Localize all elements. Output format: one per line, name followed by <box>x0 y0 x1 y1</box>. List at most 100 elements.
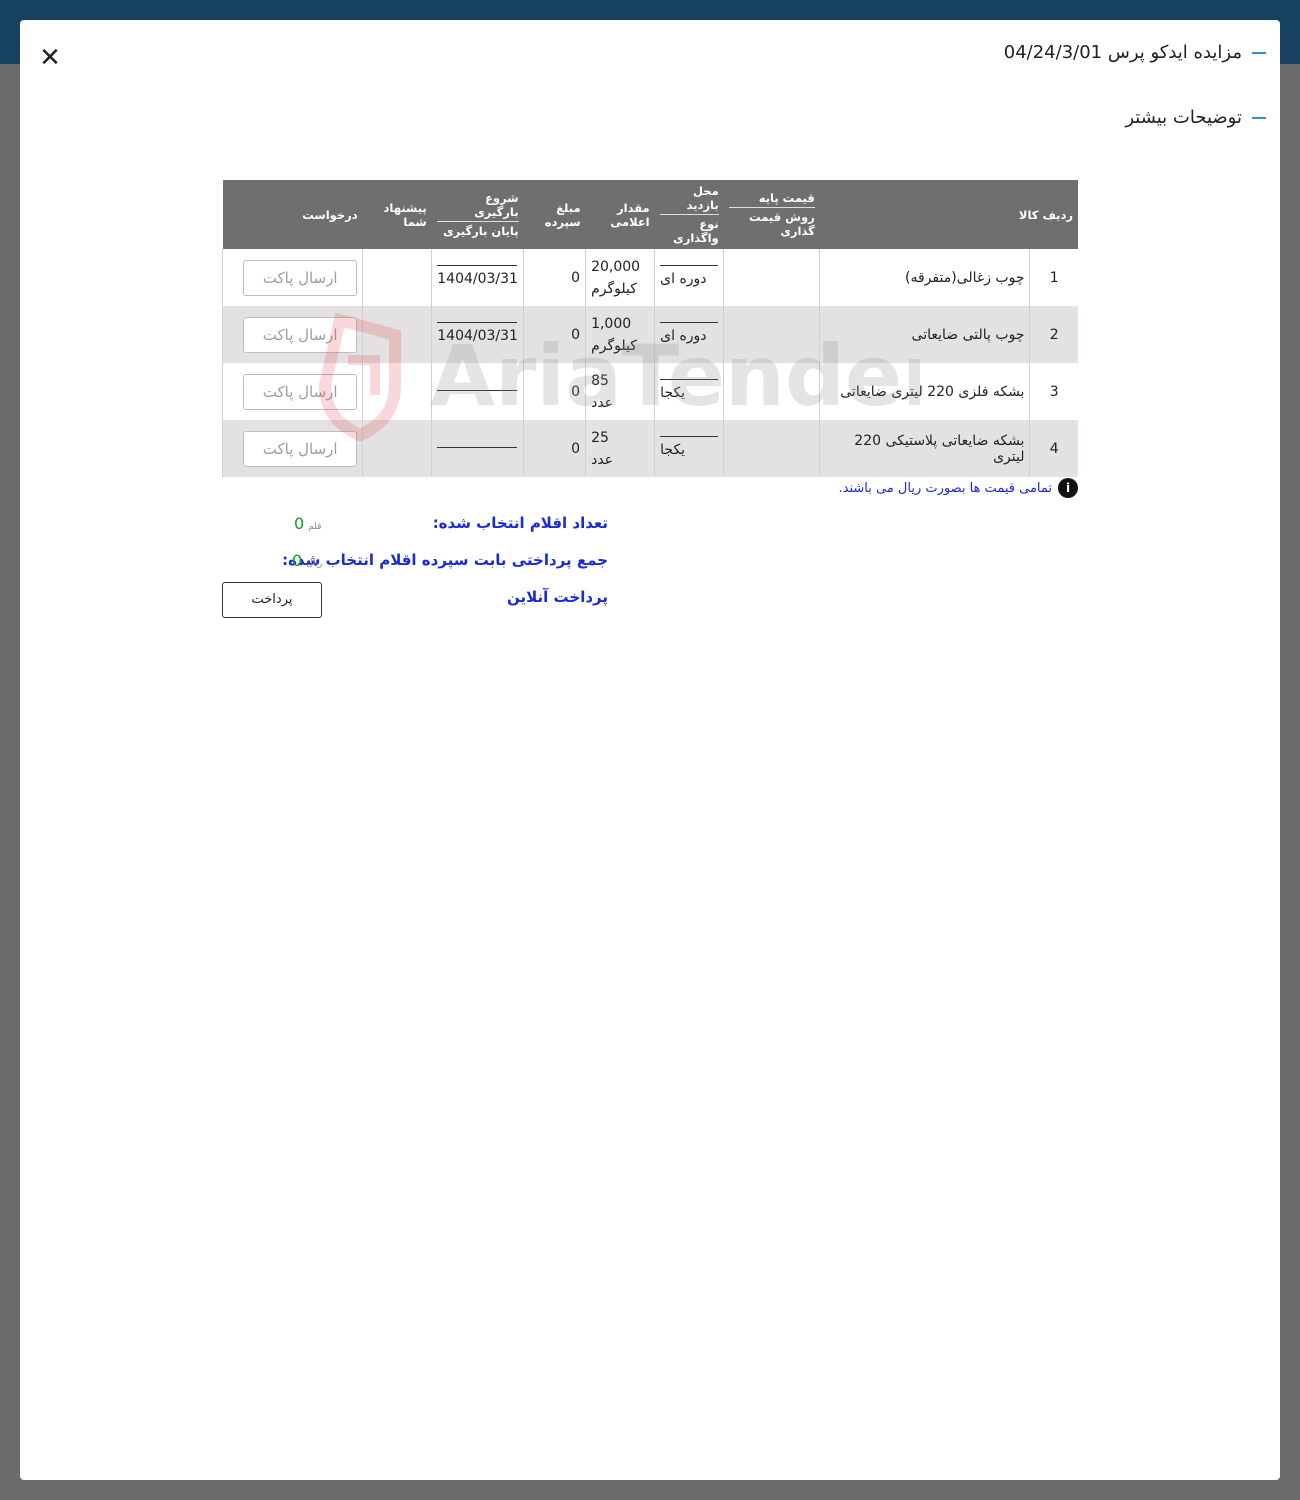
header-declared-amount: مقدار اعلامی <box>585 180 655 249</box>
total-payment-unit: ریال <box>306 559 323 569</box>
auction-modal: ✕ مزایده ایدکو پرس 04/24/3/01 توضیحات بی… <box>20 20 1280 1480</box>
header-row-item: ردیف کالا <box>819 180 1078 249</box>
header-visit-location-label: محل بازدید <box>686 184 719 212</box>
blank-visit-location <box>660 436 719 437</box>
items-table: ردیف کالا قیمت پایه روش قیمت گذاری محل ب… <box>221 180 1078 477</box>
offer-cell <box>362 306 432 363</box>
blank-loading-start <box>437 447 518 448</box>
deposit-cell: 0 <box>523 306 586 363</box>
header-base-price: قیمت پایه روش قیمت گذاری <box>723 180 820 249</box>
amount-value: 20,000 <box>591 258 641 275</box>
deposit-cell: 0 <box>523 420 586 477</box>
section-title-text: توضیحات بیشتر <box>1125 107 1242 128</box>
item-name: چوب پالتی ضایعاتی <box>819 306 1030 363</box>
transfer-type: دوره ای <box>660 328 707 344</box>
header-request: درخواست <box>222 180 363 249</box>
transfer-type: یکجا <box>660 385 686 401</box>
selected-count-label: تعداد اقلام انتخاب شده: <box>432 514 608 532</box>
header-transfer-type-label: نوع واگذاری <box>659 214 719 245</box>
request-cell: ارسال پاکت <box>221 306 363 363</box>
loading-cell: 1404/03/31 <box>431 249 524 306</box>
header-visit-location: محل بازدید نوع واگذاری <box>654 180 724 249</box>
row-number: 4 <box>1029 420 1078 477</box>
loading-end-date: 1404/03/31 <box>437 271 518 287</box>
header-declared-amount-label: مقدار اعلامی <box>610 200 650 229</box>
header-your-offer-label: پیشنهاد شما <box>383 200 427 229</box>
dash-icon <box>1252 116 1266 119</box>
table-row: 1 چوب زغالی(متفرقه) دوره ای 20,000 کیلوگر… <box>221 249 1078 306</box>
dash-icon <box>1252 51 1266 54</box>
amount-unit: عدد <box>591 451 614 468</box>
blank-loading-start <box>437 265 518 266</box>
blank-visit-location <box>660 265 719 266</box>
amount-value: 25 <box>591 429 609 446</box>
transfer-type: دوره ای <box>660 271 707 287</box>
modal-title-text: مزایده ایدکو پرس 04/24/3/01 <box>1003 42 1242 63</box>
close-icon[interactable]: ✕ <box>38 45 62 71</box>
selected-count: قلم 0 <box>294 514 321 533</box>
loading-cell <box>431 420 524 477</box>
section-more-details[interactable]: توضیحات بیشتر <box>1125 107 1266 128</box>
info-icon: i <box>1058 478 1078 498</box>
amount-unit: کیلوگرم <box>591 280 637 297</box>
transfer-type: یکجا <box>660 442 686 458</box>
header-your-offer: پیشنهاد شما <box>362 180 432 249</box>
request-cell: ارسال پاکت <box>221 249 363 306</box>
request-cell: ارسال پاکت <box>221 363 363 420</box>
amount-cell: 25 عدد <box>585 420 655 477</box>
amount-cell: 1,000 کیلوگرم <box>585 306 655 363</box>
header-row-item-label: ردیف کالا <box>1018 207 1073 222</box>
loading-cell: 1404/03/31 <box>431 306 524 363</box>
pay-button[interactable]: پرداخت <box>222 582 322 618</box>
send-envelope-button[interactable]: ارسال پاکت <box>243 430 358 467</box>
blank-visit-location <box>660 322 719 323</box>
table-row: 2 چوب پالتی ضایعاتی دوره ای 1,000 کیلوگرم… <box>221 306 1078 363</box>
header-loading-end-label: پایان بارگیری <box>436 221 519 238</box>
header-deposit: مبلغ سپرده <box>523 180 586 249</box>
offer-cell <box>362 249 432 306</box>
transfer-type-cell: یکجا <box>654 420 724 477</box>
total-payment-value: 0 <box>292 551 303 570</box>
total-payment: ریال 0 <box>292 551 322 570</box>
header-request-label: درخواست <box>302 207 358 222</box>
item-name: چوب زغالی(متفرقه) <box>819 249 1030 306</box>
blank-loading-start <box>437 322 518 323</box>
deposit-cell: 0 <box>523 363 586 420</box>
row-number: 3 <box>1029 363 1078 420</box>
amount-cell: 85 عدد <box>585 363 655 420</box>
amount-value: 1,000 <box>591 315 632 332</box>
transfer-type-cell: یکجا <box>654 363 724 420</box>
item-name: بشکه فلزی 220 لیتری ضایعاتی <box>819 363 1030 420</box>
row-number: 1 <box>1029 249 1078 306</box>
base-price-cell <box>723 306 820 363</box>
header-pricing-method-label: روش قیمت گذاری <box>728 207 815 238</box>
deposit-cell: 0 <box>523 249 586 306</box>
base-price-cell <box>723 420 820 477</box>
online-payment-label: پرداخت آنلاین <box>506 588 608 606</box>
base-price-cell <box>723 249 820 306</box>
header-loading: شروع بارگیری پایان بارگیری <box>431 180 524 249</box>
header-base-price-label: قیمت پایه <box>758 191 815 205</box>
selected-count-value: 0 <box>294 514 305 533</box>
blank-loading-start <box>437 390 518 391</box>
send-envelope-button[interactable]: ارسال پاکت <box>243 259 358 296</box>
amount-value: 85 <box>591 372 609 389</box>
transfer-type-cell: دوره ای <box>654 249 724 306</box>
table-row: 3 بشکه فلزی 220 لیتری ضایعاتی یکجا 85 عدد… <box>221 363 1078 420</box>
send-envelope-button[interactable]: ارسال پاکت <box>243 373 358 410</box>
currency-note: i تمامی قیمت ها بصورت ریال می باشند. <box>839 478 1078 498</box>
transfer-type-cell: دوره ای <box>654 306 724 363</box>
send-envelope-button[interactable]: ارسال پاکت <box>243 316 358 353</box>
modal-title: مزایده ایدکو پرس 04/24/3/01 <box>1004 42 1266 63</box>
header-loading-start-label: شروع بارگیری <box>474 191 519 219</box>
request-cell: ارسال پاکت <box>221 420 363 477</box>
table-row: 4 بشکه ضایعاتی پلاستیکی 220 لیتری یکجا 2… <box>221 420 1078 477</box>
amount-cell: 20,000 کیلوگرم <box>585 249 655 306</box>
loading-cell <box>431 363 524 420</box>
total-payment-label: جمع پرداختی بابت سپرده اقلام انتخاب شده: <box>282 551 608 569</box>
table-header-row: ردیف کالا قیمت پایه روش قیمت گذاری محل ب… <box>222 180 1078 249</box>
header-deposit-label: مبلغ سپرده <box>544 200 581 229</box>
selected-count-unit: قلم <box>308 522 322 532</box>
row-number: 2 <box>1029 306 1078 363</box>
loading-end-date: 1404/03/31 <box>437 328 518 344</box>
